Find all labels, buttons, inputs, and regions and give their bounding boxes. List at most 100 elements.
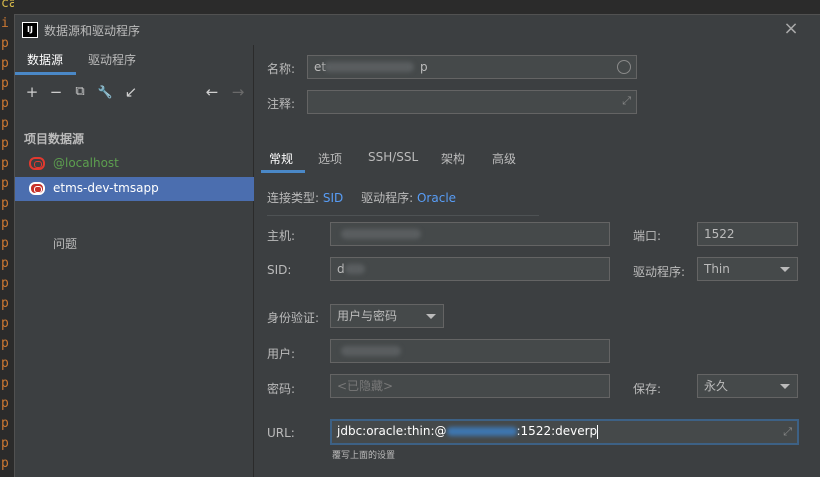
editor-char: p [1, 196, 9, 211]
datasource-item-localhost[interactable]: @localhost [15, 152, 254, 176]
expand-icon[interactable]: ⤢ [622, 94, 631, 108]
editor-background-top [0, 0, 820, 14]
editor-char: p [1, 96, 9, 111]
url-input[interactable]: jdbc:oracle:thin:@ :1522:deverp ⤢ [330, 419, 799, 445]
oracle-db-icon [29, 157, 45, 170]
editor-char: p [1, 236, 9, 251]
auth-select[interactable]: 用户与密码 [330, 304, 444, 328]
editor-char: p [1, 296, 9, 311]
forward-arrow-icon[interactable]: → [228, 81, 248, 103]
redacted-text [341, 229, 421, 239]
editor-char: p [1, 436, 9, 451]
password-label: 密码: [267, 382, 296, 396]
editor-char: p [1, 136, 9, 151]
editor-char: p [1, 256, 9, 271]
save-label: 保存: [633, 382, 662, 396]
tab-general[interactable]: 常规 [269, 150, 293, 167]
add-icon[interactable]: + [22, 81, 42, 103]
active-tab-indicator [261, 170, 305, 173]
url-override-hint: 覆写上面的设置 [332, 451, 396, 461]
sid-input[interactable]: d [330, 257, 610, 281]
name-value-tail: p [420, 60, 428, 74]
datasource-item-etms-dev-tmsapp[interactable]: etms-dev-tmsapp [15, 177, 254, 201]
redacted-text [446, 427, 517, 436]
text-cursor [597, 424, 599, 439]
save-value: 永久 [704, 379, 729, 393]
tab-advanced[interactable]: 高级 [492, 150, 516, 167]
save-select[interactable]: 永久 [697, 374, 798, 398]
wrench-icon[interactable]: 🔧 [95, 81, 115, 103]
editor-char: p [1, 276, 9, 291]
intellij-app-icon: IJ [22, 22, 38, 38]
driver-label: 驱动程序: [361, 191, 414, 205]
editor-char: p [1, 456, 9, 471]
name-label: 名称: [267, 62, 296, 76]
redacted-text [345, 264, 365, 274]
port-label: 端口: [633, 229, 662, 243]
editor-char: p [1, 76, 9, 91]
driver-link[interactable]: Oracle [417, 191, 456, 205]
editor-char: p [1, 176, 9, 191]
connection-type-label: 连接类型: [267, 191, 320, 205]
chevron-down-icon [780, 267, 790, 272]
editor-char: p [1, 396, 9, 411]
redacted-text [324, 62, 414, 72]
tab-options[interactable]: 选项 [318, 150, 342, 167]
url-label: URL: [267, 426, 295, 440]
user-label: 用户: [267, 347, 296, 361]
user-input[interactable] [330, 339, 610, 363]
divider [267, 215, 539, 216]
driver-type-value: Thin [704, 262, 730, 276]
dialog-title: 数据源和驱动程序 [44, 24, 141, 38]
editor-char: p [1, 336, 9, 351]
tab-data-sources[interactable]: 数据源 [27, 51, 63, 68]
duplicate-icon[interactable]: ⧉ [70, 81, 90, 103]
connection-type-link[interactable]: SID [323, 191, 343, 205]
import-icon[interactable]: ↙ [121, 81, 141, 103]
datasource-label: @localhost [53, 156, 119, 170]
tab-schemas[interactable]: 架构 [441, 150, 465, 167]
name-input[interactable]: et p [307, 55, 637, 79]
close-icon[interactable]: × [781, 19, 801, 39]
editor-char: ca [1, 0, 14, 11]
editor-char: p [1, 376, 9, 391]
sidebar: 数据源 驱动程序 + − ⧉ 🔧 ↙ ← → 项目数据源 @localhost … [15, 45, 254, 477]
settings-tabs: 常规 选项 SSH/SSL 架构 高级 [255, 145, 820, 173]
chevron-down-icon [780, 384, 790, 389]
auth-value: 用户与密码 [337, 309, 398, 323]
editor-char: i [1, 16, 9, 31]
editor-char: p [1, 356, 9, 371]
editor-char: p [1, 156, 9, 171]
editor-char: p [1, 56, 9, 71]
active-tab-indicator [15, 72, 76, 75]
driver-type-select[interactable]: Thin [697, 257, 798, 281]
circle-status-icon[interactable] [617, 60, 631, 74]
editor-background-gutter: ca i p p p p p p p p p p p p p p p p p p… [0, 0, 14, 477]
password-input[interactable]: <已隐藏> [330, 374, 610, 398]
data-sources-dialog: IJ 数据源和驱动程序 × 数据源 驱动程序 + − ⧉ 🔧 ↙ ← → 项目数… [14, 14, 820, 477]
tab-ssh-ssl[interactable]: SSH/SSL [368, 150, 418, 164]
oracle-db-icon [29, 182, 45, 195]
driver-type-label: 驱动程序: [633, 265, 686, 279]
datasource-form: 名称: et p 注释: ⤢ 常规 选项 SSH/SSL 架构 高级 连接类型:… [255, 45, 820, 477]
dialog-titlebar[interactable]: IJ 数据源和驱动程序 × [15, 15, 820, 45]
tab-drivers[interactable]: 驱动程序 [88, 51, 136, 68]
remove-icon[interactable]: − [46, 81, 66, 103]
problems-item[interactable]: 问题 [53, 235, 77, 252]
editor-char: p [1, 316, 9, 331]
project-data-sources-header: 项目数据源 [24, 132, 85, 146]
redacted-text [341, 346, 401, 356]
datasource-label: etms-dev-tmsapp [53, 181, 159, 195]
connection-info-line: 连接类型: SID 驱动程序: Oracle [267, 189, 456, 206]
comment-label: 注释: [267, 97, 296, 111]
host-input[interactable] [330, 222, 610, 246]
url-prefix: jdbc:oracle:thin:@ [337, 424, 447, 438]
sid-label: SID: [267, 263, 292, 277]
host-label: 主机: [267, 229, 296, 243]
editor-char: p [1, 416, 9, 431]
url-suffix: :1522:deverp [516, 424, 598, 438]
comment-input[interactable]: ⤢ [307, 90, 637, 114]
port-input[interactable]: 1522 [697, 222, 798, 246]
back-arrow-icon[interactable]: ← [202, 81, 222, 103]
expand-icon[interactable]: ⤢ [783, 425, 792, 439]
